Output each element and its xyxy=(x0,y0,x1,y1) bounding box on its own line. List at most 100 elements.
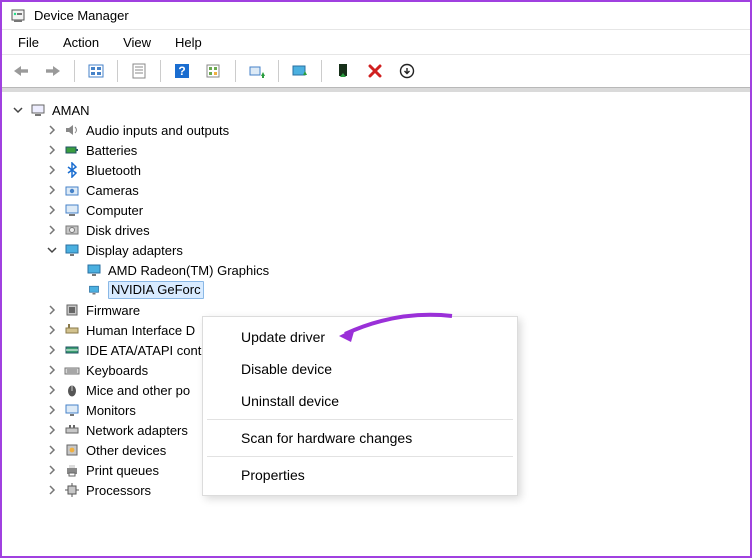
chevron-right-icon[interactable] xyxy=(46,364,58,376)
menu-file[interactable]: File xyxy=(8,33,49,52)
category-batteries[interactable]: Batteries xyxy=(46,140,744,160)
ctx-properties[interactable]: Properties xyxy=(205,459,515,491)
display-icon xyxy=(64,242,80,258)
category-label: Human Interface D xyxy=(86,323,195,338)
category-label: Batteries xyxy=(86,143,137,158)
computer-icon xyxy=(30,102,46,118)
category-label: Print queues xyxy=(86,463,159,478)
menu-help[interactable]: Help xyxy=(165,33,212,52)
computer-icon xyxy=(64,202,80,218)
toolbar-separator xyxy=(321,60,322,82)
forward-button[interactable] xyxy=(38,57,68,85)
battery-icon xyxy=(64,142,80,158)
chevron-right-icon[interactable] xyxy=(46,304,58,316)
toolbar-separator xyxy=(278,60,279,82)
uninstall-device-button[interactable] xyxy=(360,57,390,85)
menu-bar: File Action View Help xyxy=(2,30,750,54)
category-label: Disk drives xyxy=(86,223,150,238)
options-button[interactable] xyxy=(392,57,422,85)
menu-action[interactable]: Action xyxy=(53,33,109,52)
mouse-icon xyxy=(64,382,80,398)
firmware-icon xyxy=(64,302,80,318)
update-driver-button[interactable] xyxy=(242,57,272,85)
category-label: Cameras xyxy=(86,183,139,198)
category-label: Keyboards xyxy=(86,363,148,378)
device-nvidia-geforce[interactable]: NVIDIA GeForc xyxy=(68,280,744,300)
category-audio[interactable]: Audio inputs and outputs xyxy=(46,120,744,140)
category-disk-drives[interactable]: Disk drives xyxy=(46,220,744,240)
toolbar-separator xyxy=(117,60,118,82)
chevron-right-icon[interactable] xyxy=(46,324,58,336)
show-hidden-button[interactable] xyxy=(81,57,111,85)
window-title: Device Manager xyxy=(34,8,129,23)
bluetooth-icon xyxy=(64,162,80,178)
context-menu: Update driver Disable device Uninstall d… xyxy=(202,316,518,496)
display-icon xyxy=(86,281,102,299)
display-icon xyxy=(86,262,102,278)
category-label: Other devices xyxy=(86,443,166,458)
category-label: Display adapters xyxy=(86,243,183,258)
back-button[interactable] xyxy=(6,57,36,85)
toolbar: ? xyxy=(2,54,750,88)
category-label: Monitors xyxy=(86,403,136,418)
chevron-right-icon[interactable] xyxy=(46,204,58,216)
category-label: Processors xyxy=(86,483,151,498)
chevron-none xyxy=(68,284,80,296)
chevron-none xyxy=(68,264,80,276)
category-label: Audio inputs and outputs xyxy=(86,123,229,138)
ctx-separator xyxy=(207,419,513,420)
chevron-right-icon[interactable] xyxy=(46,464,58,476)
device-label: AMD Radeon(TM) Graphics xyxy=(108,263,269,278)
chevron-right-icon[interactable] xyxy=(46,484,58,496)
tree-root[interactable]: AMAN xyxy=(12,100,744,120)
ctx-separator xyxy=(207,456,513,457)
device-label: NVIDIA GeForc xyxy=(108,281,204,299)
ctx-uninstall-device[interactable]: Uninstall device xyxy=(205,385,515,417)
help-button[interactable]: ? xyxy=(167,57,197,85)
disable-device-button[interactable] xyxy=(328,57,358,85)
toolbar-separator xyxy=(235,60,236,82)
category-display-adapters[interactable]: Display adapters xyxy=(46,240,744,260)
category-label: Mice and other po xyxy=(86,383,190,398)
hid-icon xyxy=(64,322,80,338)
category-label: Bluetooth xyxy=(86,163,141,178)
category-label: IDE ATA/ATAPI cont xyxy=(86,343,201,358)
chevron-right-icon[interactable] xyxy=(46,144,58,156)
scan-hardware-button[interactable] xyxy=(199,57,229,85)
cpu-icon xyxy=(64,482,80,498)
enable-device-button[interactable] xyxy=(285,57,315,85)
menu-view[interactable]: View xyxy=(113,33,161,52)
keyboard-icon xyxy=(64,362,80,378)
toolbar-separator xyxy=(160,60,161,82)
category-label: Firmware xyxy=(86,303,140,318)
device-amd-radeon[interactable]: AMD Radeon(TM) Graphics xyxy=(68,260,744,280)
category-label: Computer xyxy=(86,203,143,218)
ctx-update-driver[interactable]: Update driver xyxy=(205,321,515,353)
chevron-right-icon[interactable] xyxy=(46,164,58,176)
camera-icon xyxy=(64,182,80,198)
chevron-down-icon[interactable] xyxy=(12,104,24,116)
speaker-icon xyxy=(64,122,80,138)
properties-button[interactable] xyxy=(124,57,154,85)
root-label: AMAN xyxy=(52,103,90,118)
chevron-right-icon[interactable] xyxy=(46,124,58,136)
category-cameras[interactable]: Cameras xyxy=(46,180,744,200)
ctx-disable-device[interactable]: Disable device xyxy=(205,353,515,385)
chevron-right-icon[interactable] xyxy=(46,384,58,396)
chevron-right-icon[interactable] xyxy=(46,404,58,416)
chevron-right-icon[interactable] xyxy=(46,184,58,196)
chevron-down-icon[interactable] xyxy=(46,244,58,256)
other-icon xyxy=(64,442,80,458)
svg-text:?: ? xyxy=(178,64,185,78)
chevron-right-icon[interactable] xyxy=(46,344,58,356)
toolbar-separator xyxy=(74,60,75,82)
category-computer[interactable]: Computer xyxy=(46,200,744,220)
printer-icon xyxy=(64,462,80,478)
chevron-right-icon[interactable] xyxy=(46,444,58,456)
category-bluetooth[interactable]: Bluetooth xyxy=(46,160,744,180)
monitor-icon xyxy=(64,402,80,418)
app-icon xyxy=(10,8,26,24)
chevron-right-icon[interactable] xyxy=(46,224,58,236)
ctx-scan-hardware[interactable]: Scan for hardware changes xyxy=(205,422,515,454)
chevron-right-icon[interactable] xyxy=(46,424,58,436)
